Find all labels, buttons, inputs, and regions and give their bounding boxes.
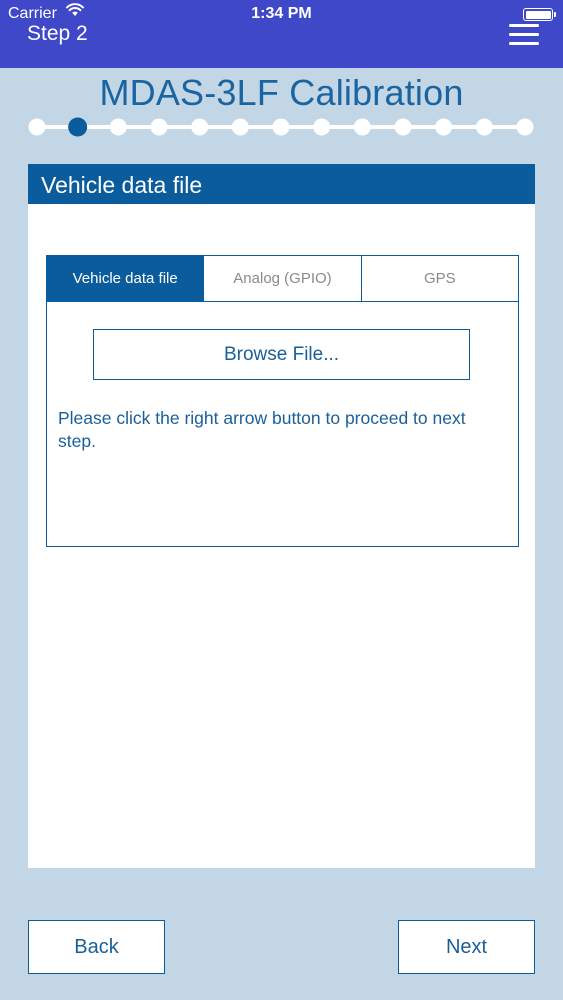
step-progress-indicator <box>28 117 535 137</box>
progress-dot <box>516 118 534 136</box>
progress-dot <box>28 118 46 136</box>
progress-dot <box>353 118 371 136</box>
progress-dot <box>191 118 209 136</box>
progress-dot <box>150 118 168 136</box>
progress-dot-current <box>68 117 88 137</box>
next-button[interactable]: Next <box>398 920 535 974</box>
progress-dot <box>272 118 290 136</box>
progress-dot <box>231 118 249 136</box>
tab-vehicle-data-file[interactable]: Vehicle data file <box>47 256 204 301</box>
status-time: 1:34 PM <box>251 5 312 22</box>
top-navigation-bar: Carrier 1:34 PM Step 2 <box>0 0 563 68</box>
browse-file-button[interactable]: Browse File... <box>93 329 470 380</box>
back-button[interactable]: Back <box>28 920 165 974</box>
content-card: Vehicle data file Vehicle data file Anal… <box>28 164 535 868</box>
tab-gps[interactable]: GPS <box>360 256 518 301</box>
battery-icon <box>523 8 556 21</box>
progress-dot <box>109 118 127 136</box>
page-title: MDAS-3LF Calibration <box>99 72 464 113</box>
tab-panel: Browse File... Please click the right ar… <box>46 301 519 547</box>
tab-bar: Vehicle data file Analog (GPIO) GPS <box>46 255 519 302</box>
step-label: Step 2 <box>27 22 88 45</box>
hamburger-menu-icon[interactable] <box>509 24 539 46</box>
tab-analog-gpio[interactable]: Analog (GPIO) <box>203 256 361 301</box>
progress-dot <box>475 118 493 136</box>
progress-dot <box>435 118 453 136</box>
section-header: Vehicle data file <box>28 164 535 204</box>
instructions-text: Please click the right arrow button to p… <box>58 408 466 451</box>
step-progress-dots <box>28 117 534 137</box>
progress-dot <box>394 118 412 136</box>
progress-dot <box>313 118 331 136</box>
